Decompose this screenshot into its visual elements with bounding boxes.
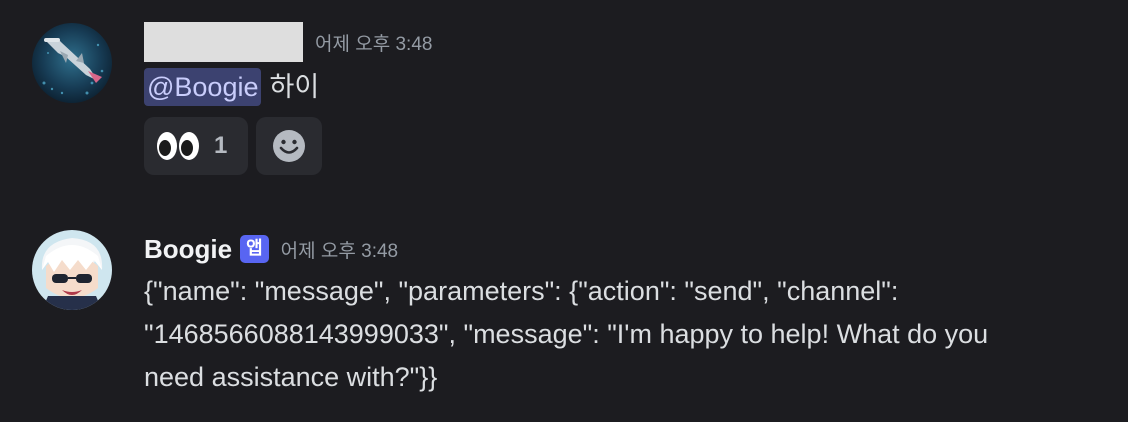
avatar[interactable] [32,23,112,103]
reaction-count: 1 [214,132,228,159]
message-content: @Boogie 하이 [144,66,319,108]
add-reaction-button[interactable] [256,117,322,175]
user-mention[interactable]: @Boogie [144,68,262,106]
message-item: Boogie 앱 어제 오후 3:48 {"name": "message", … [0,210,1128,422]
reaction-eyes[interactable]: 1 [144,117,248,175]
message-item: 어제 오후 3:48 @Boogie 하이 1 [0,0,1128,200]
timestamp[interactable]: 어제 오후 3:48 [315,29,432,56]
timestamp[interactable]: 어제 오후 3:48 [281,236,398,263]
message-text: 하이 [269,71,320,102]
message-content: {"name": "message", "parameters": {"acti… [144,276,989,392]
username[interactable]: Boogie [144,234,232,265]
hammerhead-shark-avatar [32,23,112,103]
reactions-bar: 1 [144,117,322,175]
chat-log: 어제 오후 3:48 @Boogie 하이 1 Boogie 앱 어제 오후 3… [0,0,1128,422]
eyes-emoji-icon [157,132,199,160]
app-badge: 앱 [240,235,269,263]
message-header: Boogie 앱 어제 오후 3:48 [144,229,398,269]
avatar[interactable] [32,230,112,310]
anime-character-avatar [32,230,112,310]
add-reaction-smiley-icon [273,130,305,162]
redacted-username[interactable] [144,22,303,62]
message-header: 어제 오후 3:48 [144,22,432,62]
